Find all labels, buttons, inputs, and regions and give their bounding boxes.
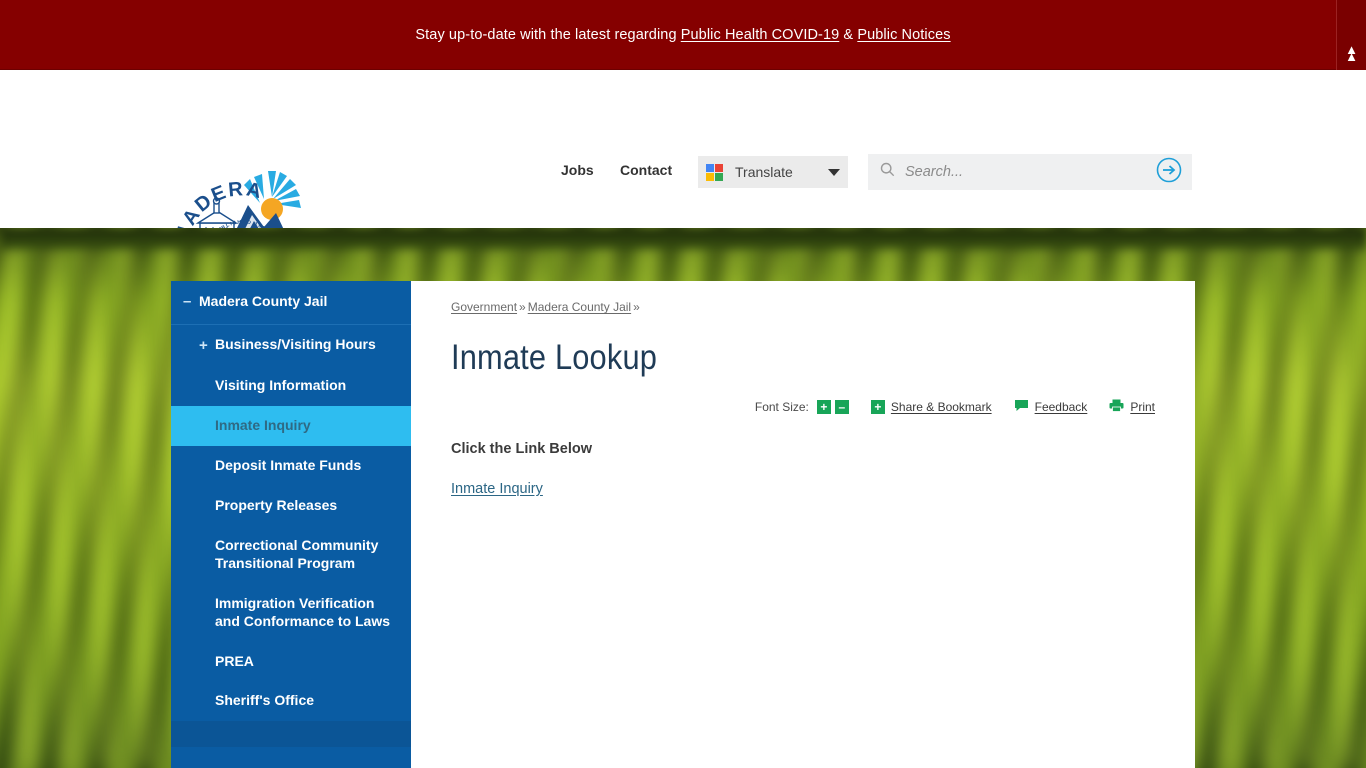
- sidebar-item-label: Business/Visiting Hours: [215, 335, 376, 352]
- feedback-label[interactable]: Feedback: [1035, 400, 1088, 414]
- page-tools-toolbar: Font Size: + – + Share & Bookmark Feedba…: [451, 399, 1155, 415]
- sidebar-item-label: Sheriff's Office: [215, 692, 315, 709]
- search-submit-button[interactable]: [1156, 157, 1182, 188]
- print-label[interactable]: Print: [1130, 400, 1155, 414]
- sidebar-filler: [171, 747, 411, 768]
- collapse-toggle-icon[interactable]: –: [183, 293, 199, 312]
- sidebar-item-sheriffs-office[interactable]: Sheriff's Office: [171, 681, 411, 721]
- font-size-increase-button[interactable]: +: [816, 399, 831, 414]
- font-size-decrease-button[interactable]: –: [834, 399, 849, 414]
- sidebar-item-business-visiting-hours[interactable]: + Business/Visiting Hours: [171, 325, 411, 367]
- breadcrumb-separator: »: [633, 300, 640, 314]
- sidebar-item-label: Deposit Inmate Funds: [215, 457, 362, 474]
- breadcrumb-link-madera-county-jail[interactable]: Madera County Jail: [528, 300, 631, 314]
- double-chevron-up-icon: ▲ ▲: [1345, 41, 1358, 64]
- google-translate-icon: [706, 163, 723, 181]
- share-bookmark-label[interactable]: Share & Bookmark: [891, 400, 992, 414]
- share-bookmark-button[interactable]: + Share & Bookmark: [870, 399, 992, 414]
- body-link-wrapper: Inmate Inquiry: [451, 481, 1155, 497]
- sidebar-item-visiting-information[interactable]: Visiting Information: [171, 366, 411, 406]
- sidebar-divider-band: [171, 721, 411, 748]
- translate-label: Translate: [735, 164, 793, 180]
- sidebar-header-madera-county-jail[interactable]: – Madera County Jail: [171, 281, 411, 325]
- chevron-down-icon: [828, 168, 840, 176]
- alert-text-between: &: [839, 26, 858, 43]
- breadcrumb-link-government[interactable]: Government: [451, 300, 517, 314]
- hero-section: – Madera County Jail + Business/Visiting…: [0, 228, 1366, 768]
- translate-dropdown[interactable]: Translate: [698, 156, 848, 188]
- search-bar: [868, 154, 1192, 190]
- breadcrumb: Government» Madera County Jail»: [451, 300, 1155, 314]
- search-input[interactable]: [895, 164, 1156, 180]
- sidebar-item-inmate-inquiry[interactable]: Inmate Inquiry: [171, 406, 411, 447]
- sidebar-item-deposit-inmate-funds[interactable]: Deposit Inmate Funds: [171, 446, 411, 486]
- font-size-label: Font Size:: [754, 399, 809, 414]
- alert-banner-text: Stay up-to-date with the latest regardin…: [415, 27, 950, 43]
- sidebar-item-property-releases[interactable]: Property Releases: [171, 486, 411, 526]
- expand-toggle-icon[interactable]: +: [199, 336, 215, 356]
- speech-bubble-icon: [1014, 399, 1029, 415]
- search-icon: [880, 162, 895, 182]
- body-heading: Click the Link Below: [451, 440, 592, 457]
- sidebar-item-label: Visiting Information: [215, 377, 347, 394]
- breadcrumb-separator: »: [519, 300, 526, 314]
- main-content: Government» Madera County Jail» Inmate Lo…: [411, 281, 1195, 768]
- jobs-link[interactable]: Jobs: [561, 162, 594, 178]
- alert-link-notices[interactable]: Public Notices: [857, 27, 950, 43]
- page-title: Inmate Lookup: [451, 338, 658, 377]
- feedback-button[interactable]: Feedback: [1014, 399, 1088, 415]
- alert-collapse-button[interactable]: ▲ ▲: [1336, 0, 1366, 70]
- sidebar-item-label: Inmate Inquiry: [215, 417, 311, 434]
- hero-top-shade: [0, 228, 1366, 254]
- font-size-controls: + –: [816, 399, 849, 414]
- sidebar-item-label: Correctional Community Transitional Prog…: [215, 536, 379, 571]
- printer-icon: [1109, 399, 1124, 415]
- inmate-inquiry-link[interactable]: Inmate Inquiry: [451, 481, 543, 497]
- alert-banner: Stay up-to-date with the latest regardin…: [0, 0, 1366, 70]
- contact-link[interactable]: Contact: [620, 162, 672, 178]
- sidebar-header-label: Madera County Jail: [199, 293, 328, 309]
- sidebar-item-prea[interactable]: PREA: [171, 642, 411, 682]
- alert-link-covid[interactable]: Public Health COVID-19: [681, 27, 840, 43]
- page-container: – Madera County Jail + Business/Visiting…: [171, 281, 1195, 768]
- sidebar-item-correctional-community-transitional-program[interactable]: Correctional Community Transitional Prog…: [171, 526, 411, 584]
- plus-square-icon: +: [870, 399, 885, 414]
- sidebar-item-label: PREA: [215, 652, 254, 669]
- site-header: MADERA COUNTY ESTABLISHED 1893 HEART OF …: [0, 70, 1366, 292]
- section-sidebar: – Madera County Jail + Business/Visiting…: [171, 281, 411, 768]
- sidebar-item-label: Immigration Verification and Conformance…: [215, 594, 391, 629]
- alert-text-before: Stay up-to-date with the latest regardin…: [415, 26, 681, 43]
- sidebar-item-label: Property Releases: [215, 496, 338, 513]
- sidebar-item-immigration-verification[interactable]: Immigration Verification and Conformance…: [171, 584, 411, 642]
- print-button[interactable]: Print: [1109, 399, 1155, 415]
